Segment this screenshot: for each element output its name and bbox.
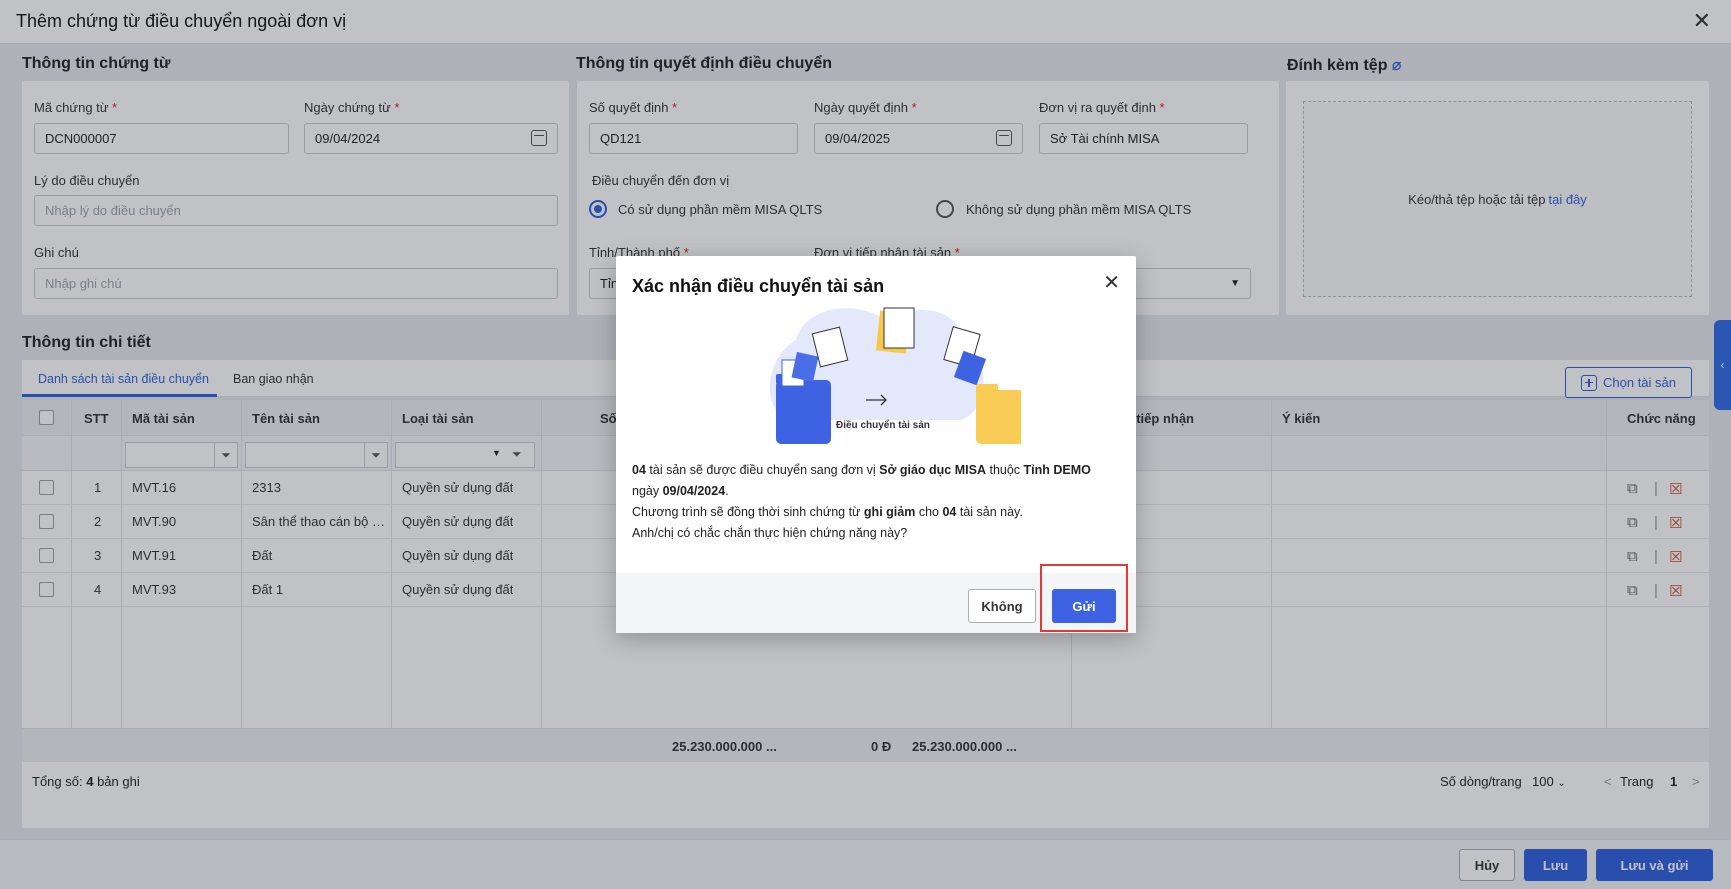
no-button[interactable]: Không — [968, 589, 1036, 623]
close-icon[interactable]: ✕ — [1103, 270, 1120, 295]
highlight-box — [1040, 564, 1128, 632]
illustration-caption: Điều chuyển tài sản — [836, 420, 930, 431]
dialog-message: 04 tài sản sẽ được điều chuyển sang đơn … — [632, 463, 1091, 540]
dialog-title: Xác nhận điều chuyển tài sản — [632, 276, 885, 296]
